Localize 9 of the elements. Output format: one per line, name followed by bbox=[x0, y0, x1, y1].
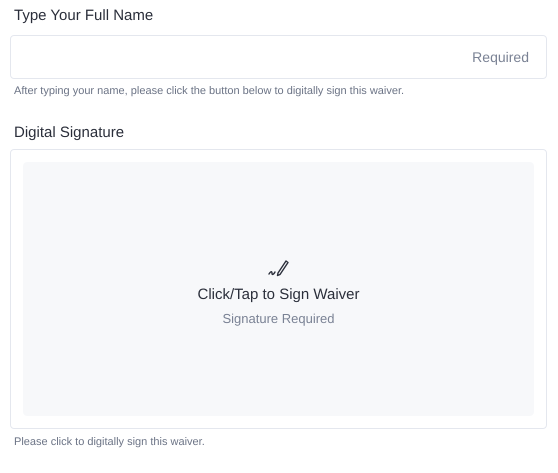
field-label: Type Your Full Name bbox=[13, 6, 154, 26]
field-hint: After typing your name, please click the button below to digitally sign this waiver. bbox=[13, 84, 406, 98]
signature-status: Signature Required bbox=[222, 310, 335, 328]
signature-hint: Please click to digitally sign this waiver. bbox=[13, 435, 206, 449]
sign-action-text: Click/Tap to Sign Waiver bbox=[198, 284, 360, 304]
pen-icon bbox=[268, 258, 290, 278]
name-input-field[interactable]: Required bbox=[10, 35, 547, 79]
field-label: Digital Signature bbox=[13, 123, 126, 143]
sign-button[interactable]: Click/Tap to Sign Waiver Signature Required bbox=[23, 162, 534, 416]
